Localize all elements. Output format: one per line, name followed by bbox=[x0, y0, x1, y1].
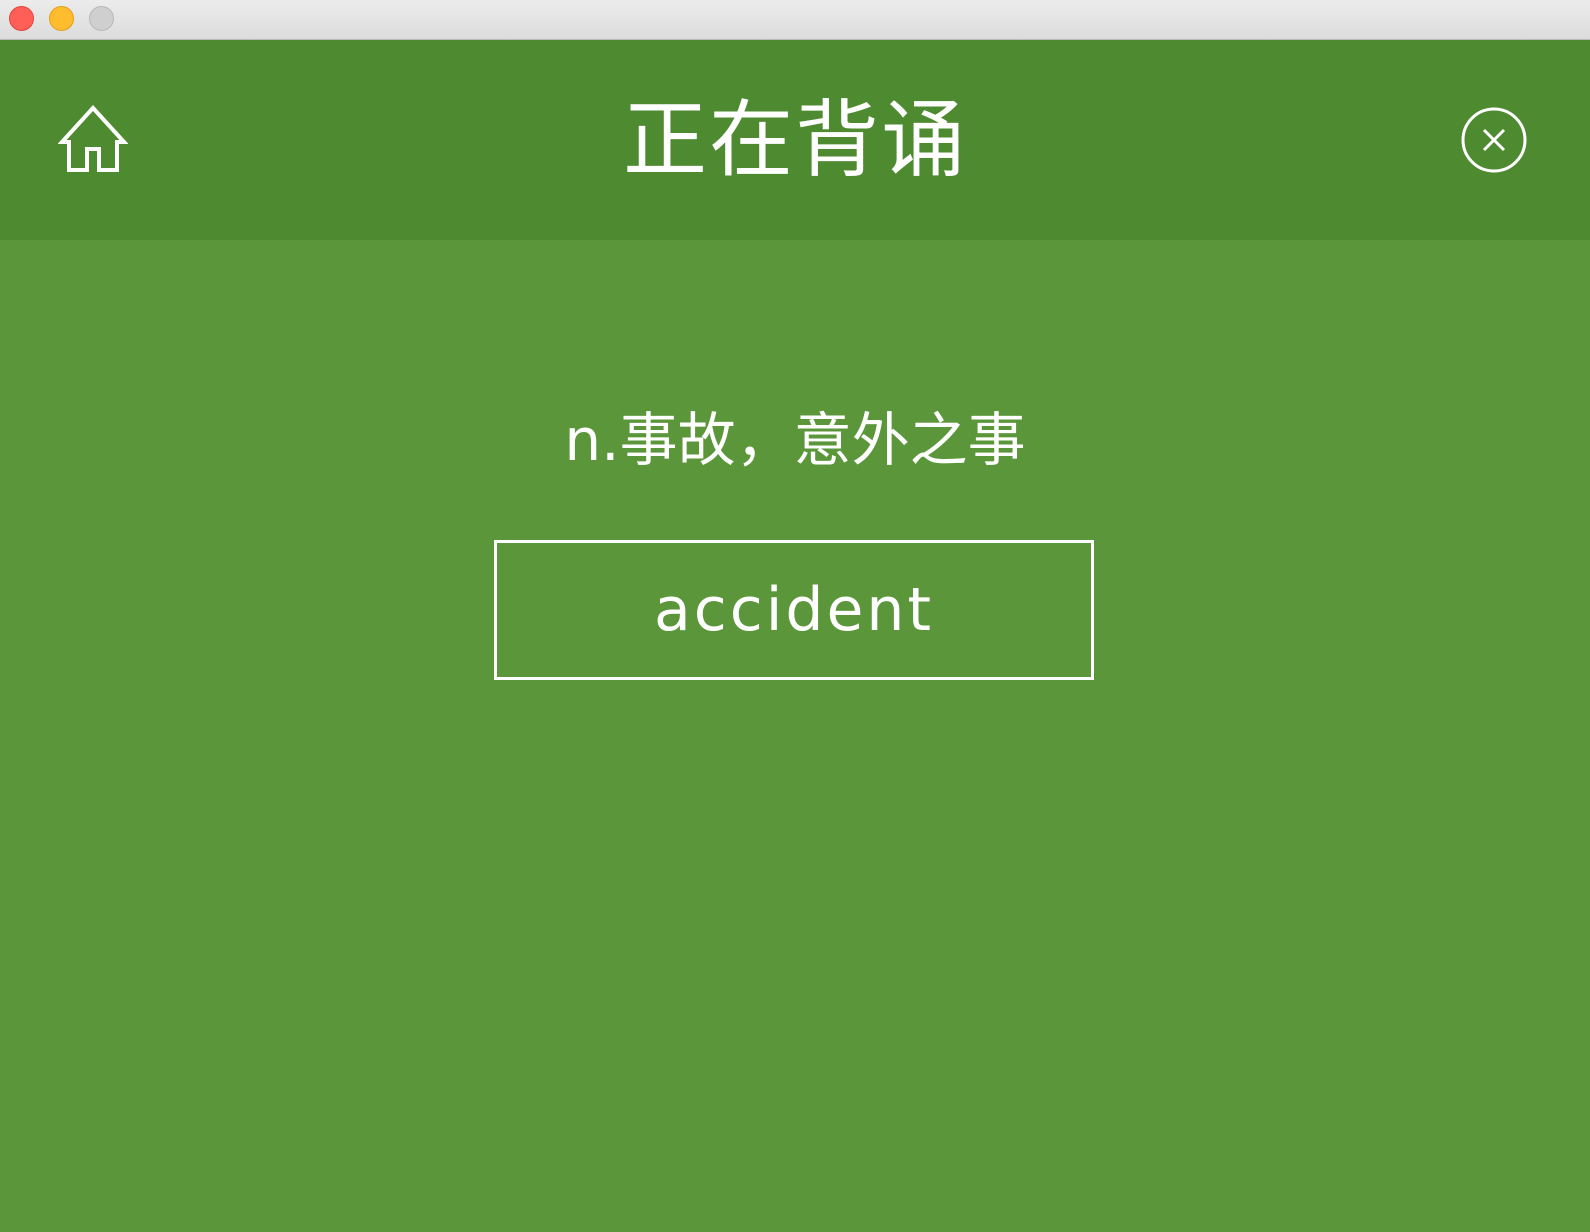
window-titlebar bbox=[0, 0, 1590, 40]
window-close-button[interactable] bbox=[9, 6, 34, 31]
close-circle-icon bbox=[1461, 107, 1527, 173]
window-maximize-button[interactable] bbox=[89, 6, 114, 31]
close-button[interactable] bbox=[1460, 106, 1528, 174]
answer-input[interactable]: accident bbox=[494, 540, 1094, 680]
word-definition: n.事故，意外之事 bbox=[564, 406, 1026, 474]
page-title: 正在背诵 bbox=[622, 91, 967, 189]
window-minimize-button[interactable] bbox=[49, 6, 74, 31]
app-header: 正在背诵 bbox=[0, 40, 1590, 240]
app-window: 正在背诵 n.事故，意外之事 accident bbox=[0, 0, 1590, 1232]
